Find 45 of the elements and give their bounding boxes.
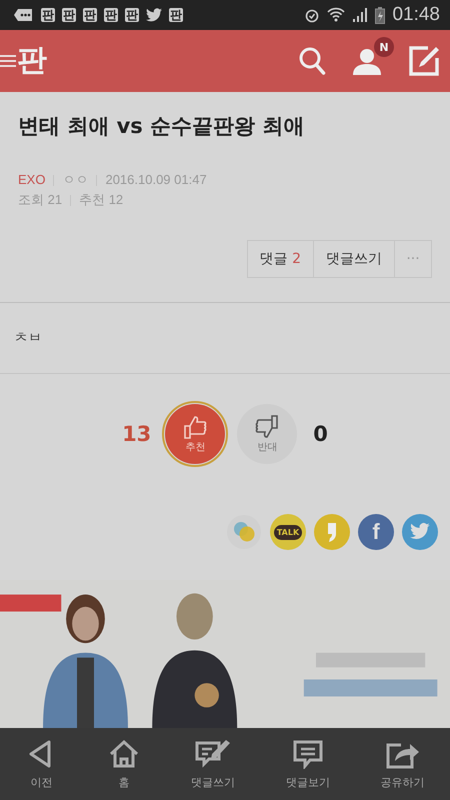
signal-icon [352,7,368,23]
app-icon: 판 [41,8,55,22]
comment-pencil-icon [194,738,231,768]
post-body: ㅊㅂ [14,329,42,347]
app-icon: 판 [169,8,183,22]
downvote-button[interactable]: 반대 [237,404,298,464]
upvote-count: 13 [122,422,152,446]
edit-icon[interactable] [408,45,440,77]
home-nav-button[interactable]: 홈 [108,738,140,790]
write-comment-button[interactable]: 댓글쓰기 [313,240,395,278]
logo[interactable]: 판 [17,43,47,79]
post-title: 변태 최애 vs 순수끝판왕 최애 [18,113,306,140]
clock-time: 01:48 [392,4,440,26]
post-date: 2016.10.09 01:47 [105,171,207,189]
user-icon[interactable] [352,47,382,75]
chat-icon [14,8,34,22]
app-icon: 판 [83,8,97,22]
thumbs-up-icon [182,414,208,440]
home-icon [108,738,140,768]
thumbs-down-icon [254,414,280,440]
search-icon[interactable] [298,46,326,76]
view-count: 조회 21 [18,191,62,209]
upvote-button[interactable]: 추천 [165,404,226,464]
wifi-icon [327,7,346,23]
bird-icon[interactable] [402,514,438,550]
alarm-icon [304,7,320,23]
like-count: 추천 12 [79,191,124,209]
comments-button[interactable]: 댓글 2 [246,240,314,278]
talk-button[interactable]: TALK [270,514,306,550]
view-nav-button[interactable]: 댓글보기 [286,738,330,790]
facebook-button[interactable]: f [358,514,394,550]
category-link[interactable]: EXO [18,170,46,190]
author-name: ㅇㅇ [62,171,88,189]
app-icon: 판 [62,8,76,22]
share-nav-button[interactable]: 공유하기 [380,738,425,790]
bird-icon [146,8,162,22]
back-nav-button[interactable]: 이전 [25,738,58,790]
downvote-count: 0 [313,422,328,446]
app-icon: 판 [125,8,139,22]
notification-badge: N [374,37,394,57]
app-icon: 판 [104,8,118,22]
comment-icon [292,738,324,768]
write-nav-button[interactable]: 댓글쓰기 [190,738,235,790]
menu-icon[interactable] [0,54,16,68]
battery-icon [375,6,386,24]
